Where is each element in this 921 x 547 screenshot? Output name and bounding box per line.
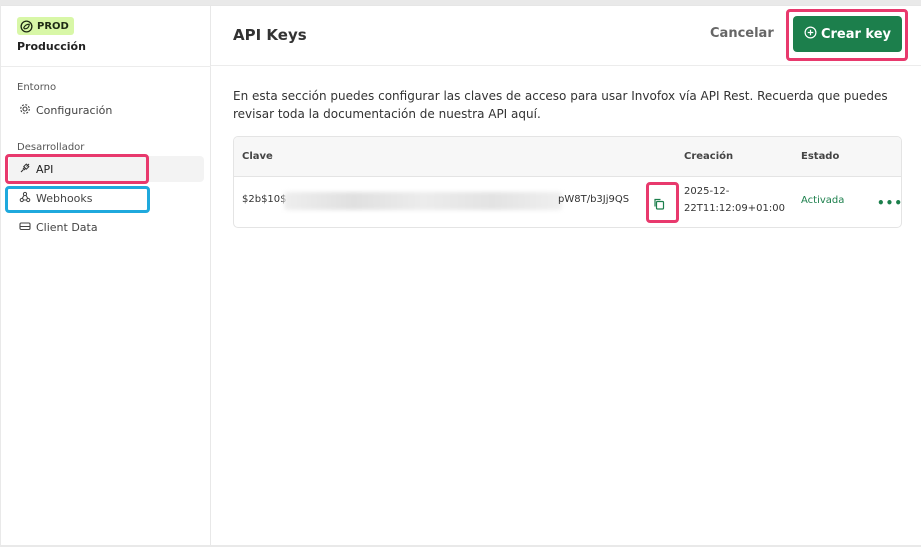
sidebar-item-client-data[interactable]: Client Data: [9, 214, 204, 240]
sidebar-item-label: Configuración: [36, 103, 113, 117]
column-header-creacion: Creación: [684, 151, 734, 162]
api-key-redacted: [284, 192, 562, 210]
api-keys-description: En esta sección puedes configurar las cl…: [233, 89, 888, 121]
sidebar-item-label: Webhooks: [36, 191, 93, 205]
cancel-button[interactable]: Cancelar: [710, 26, 774, 41]
status-badge: Activada: [801, 195, 845, 206]
sidebar-item-label: Client Data: [36, 220, 98, 234]
copy-icon[interactable]: [652, 196, 666, 210]
api-keys-table: Clave Creación Estado $2b$10$ pW8T/b3Jj9…: [233, 136, 902, 228]
column-header-estado: Estado: [801, 151, 840, 162]
plug-icon: [19, 162, 31, 177]
create-key-button[interactable]: Crear key: [793, 16, 902, 52]
api-key-prefix: $2b$10$: [242, 194, 287, 205]
table-header: Clave Creación Estado: [234, 137, 901, 177]
page-title: API Keys: [233, 26, 307, 44]
gear-icon: [19, 103, 31, 118]
section-label-desarrollador: Desarrollador: [17, 142, 85, 153]
created-time: 22T11:12:09+01:00: [684, 203, 785, 214]
environment-badge-label: PROD: [37, 20, 69, 32]
app-window: PROD Producción Entorno Configuración De…: [1, 5, 921, 545]
created-date: 2025-12-: [684, 186, 730, 197]
section-label-entorno: Entorno: [17, 82, 57, 93]
environment-header: PROD Producción: [1, 6, 211, 67]
api-key-value: $2b$10$ pW8T/b3Jj9QS: [242, 192, 630, 210]
environment-name: Producción: [17, 40, 86, 53]
sidebar-item-webhooks[interactable]: Webhooks: [9, 185, 204, 211]
environment-badge: PROD: [17, 17, 74, 35]
create-key-label: Crear key: [820, 26, 892, 42]
main-content: API Keys Cancelar Crear key En esta secc…: [211, 6, 921, 545]
sidebar-item-api[interactable]: API: [9, 156, 204, 182]
more-options-button[interactable]: •••: [877, 196, 901, 210]
sidebar-item-configuracion[interactable]: Configuración: [9, 97, 204, 123]
column-header-clave: Clave: [242, 151, 273, 162]
webhook-icon: [19, 191, 31, 206]
page-header: API Keys Cancelar Crear key: [211, 6, 921, 66]
sidebar-item-label: API: [36, 162, 54, 176]
leaf-icon: [20, 19, 33, 33]
plus-circle-icon: [804, 26, 817, 43]
api-key-suffix: pW8T/b3Jj9QS: [558, 194, 630, 205]
drive-icon: [19, 220, 31, 235]
sidebar: PROD Producción Entorno Configuración De…: [1, 6, 211, 545]
